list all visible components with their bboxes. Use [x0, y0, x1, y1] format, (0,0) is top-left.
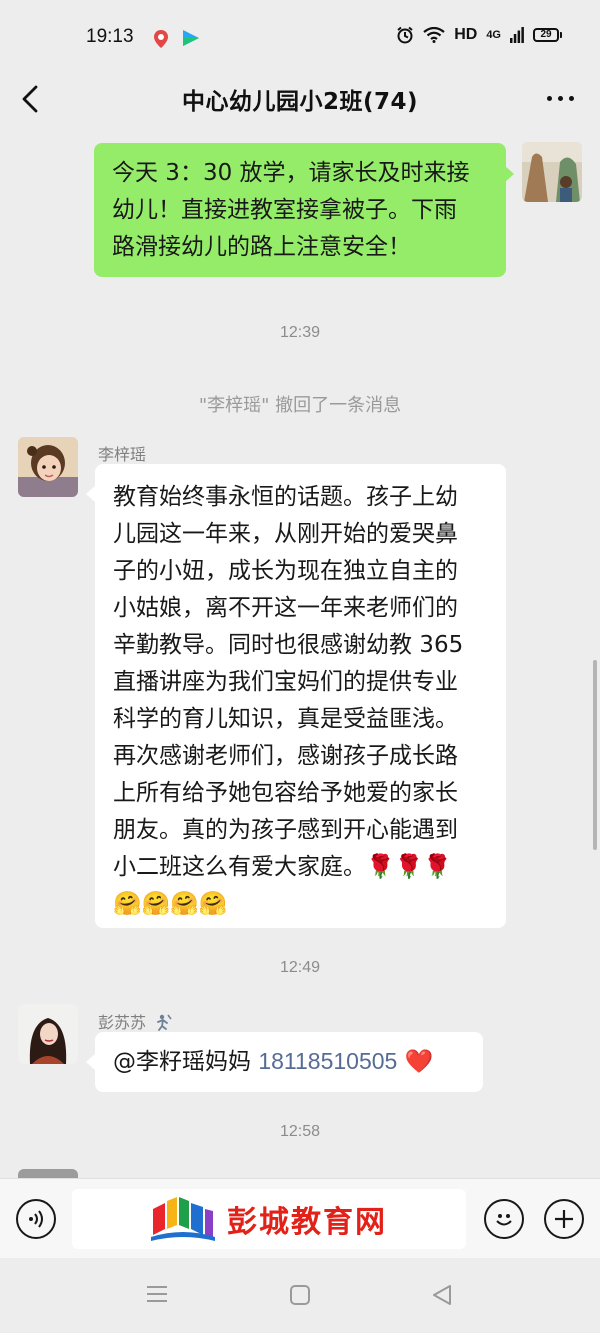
mention-text: @李籽瑶妈妈	[113, 1049, 251, 1075]
scrollbar[interactable]	[593, 660, 597, 850]
other-message-bubble[interactable]: 教育始终事永恒的话题。孩子上幼 儿园这一年来，从刚开始的爱哭鼻 子的小妞，成长为…	[95, 464, 506, 928]
chat-header: 中心幼儿园小2班(74)	[0, 78, 600, 120]
message-line: 上所有给予她包容给予她爱的家长	[113, 780, 458, 806]
message-line: 科学的育儿知识，真是受益匪浅。	[113, 706, 458, 732]
status-time: 19:13	[86, 26, 134, 47]
more-functions-button[interactable]	[544, 1199, 584, 1239]
status-bar: 19:13 HD 4G 29	[0, 0, 600, 78]
recall-notice: "李梓瑶" 撤回了一条消息	[198, 395, 402, 416]
self-message-bubble[interactable]: 今天 3：30 放学，请家长及时来接 幼儿！直接进教室接拿被子。下雨 路滑接幼儿…	[94, 143, 506, 277]
message-line: 子的小妞，成长为现在独立自主的	[113, 558, 458, 584]
sender-avatar[interactable]	[18, 1004, 78, 1064]
message-line: 教育始终事永恒的话题。孩子上幼	[113, 484, 458, 510]
sender-name: 李梓瑶	[98, 445, 147, 464]
message-line: 今天 3：30 放学，请家长及时来接	[112, 160, 470, 186]
emoji-button[interactable]	[484, 1199, 524, 1239]
timestamp: 12:39	[279, 324, 321, 341]
home-icon[interactable]	[289, 1284, 311, 1306]
level-badge-icon	[157, 1014, 172, 1031]
sender-name: 彭苏苏	[98, 1009, 173, 1033]
message-line: 朋友。真的为孩子感到开心能遇到	[113, 817, 458, 843]
wifi-icon	[423, 27, 445, 43]
voice-icon	[29, 1210, 43, 1228]
input-bar: 彭城教育网	[0, 1178, 600, 1258]
battery-icon: 29	[533, 28, 562, 42]
message-line: 小姑娘，离不开这一年来老师们的	[113, 595, 458, 621]
brand-watermark: 彭城教育网	[227, 1205, 387, 1240]
emoji-icon	[496, 1214, 512, 1226]
other-message-bubble[interactable]: @李籽瑶妈妈 18118510505 ❤️	[95, 1032, 483, 1092]
chat-title: 中心幼儿园小2班(74)	[181, 89, 419, 115]
timestamp: 12:49	[279, 959, 321, 976]
system-nav-bar	[0, 1258, 600, 1333]
sender-avatar[interactable]	[18, 437, 78, 497]
message-line: 辛勤教导。同时也很感谢幼教 365	[113, 632, 464, 658]
message-line: 直播讲座为我们宝妈们的提供专业	[113, 669, 458, 695]
signal-label: 4G	[486, 29, 501, 41]
message-input[interactable]: 彭城教育网	[72, 1189, 466, 1249]
app-notification-icon	[183, 30, 199, 46]
sender-name-text: 彭苏苏	[98, 1013, 147, 1032]
message-line: 幼儿！直接进教室接拿被子。下雨	[112, 197, 457, 223]
signal-icon	[510, 27, 524, 43]
network-type: HD	[454, 26, 478, 43]
battery-level: 29	[533, 28, 559, 42]
alarm-icon	[397, 26, 413, 44]
self-avatar[interactable]	[522, 142, 582, 202]
brand-logo-icon	[151, 1197, 215, 1241]
location-icon	[154, 30, 168, 48]
emoji-line: 🤗🤗🤗🤗	[113, 891, 228, 917]
phone-link[interactable]: 18118510505	[258, 1048, 397, 1074]
message-line: 小二班这么有爱大家庭。🌹🌹🌹	[113, 854, 452, 880]
heart-emoji: ❤️	[404, 1049, 434, 1075]
timestamp: 12:58	[279, 1123, 321, 1140]
menu-icon[interactable]	[146, 1284, 168, 1304]
message-line: 儿园这一年来，从刚开始的爱哭鼻	[113, 521, 458, 547]
partial-avatar	[18, 1169, 78, 1178]
message-line: 再次感谢老师们，感谢孩子成长路	[113, 743, 458, 769]
status-indicators: HD 4G 29	[396, 26, 562, 44]
more-options-button[interactable]	[542, 88, 578, 108]
message-line: 路滑接幼儿的路上注意安全！	[112, 234, 411, 260]
plus-icon	[555, 1210, 573, 1228]
back-icon[interactable]	[431, 1284, 453, 1306]
voice-button[interactable]	[16, 1199, 56, 1239]
